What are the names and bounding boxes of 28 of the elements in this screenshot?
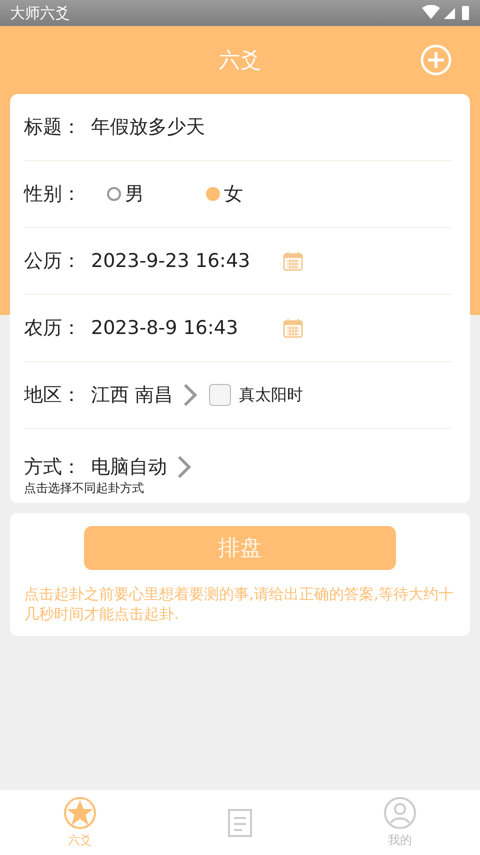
field-label: 地区： — [24, 383, 82, 408]
field-label: 标题： — [24, 115, 82, 140]
hint-text: 点击选择不同起卦方式 — [24, 480, 144, 497]
calendar-icon[interactable] — [283, 251, 303, 271]
checkbox-label: 真太阳时 — [239, 384, 304, 406]
radio-button[interactable] — [206, 187, 220, 201]
radio-label: 女 — [224, 182, 243, 207]
field-label: 方式： — [24, 455, 82, 480]
instruction-text: 点击起卦之前要心里想着要测的事,请给出正确的答案,等待大约十几秒时间才能点击起卦. — [24, 584, 455, 624]
app-name: 大师六爻 — [10, 4, 70, 22]
field-label: 农历： — [24, 316, 82, 341]
field-label: 公历： — [24, 249, 82, 274]
checkbox[interactable] — [209, 384, 232, 406]
calendar-icon[interactable] — [283, 318, 303, 338]
chevron-icon — [177, 455, 191, 479]
add-icon[interactable] — [420, 44, 452, 76]
date-value[interactable]: 2023-8-9 16:43 — [91, 317, 269, 339]
field-label: 性别： — [24, 182, 82, 207]
radio-button[interactable] — [107, 187, 121, 201]
method-value[interactable]: 电脑自动 — [91, 454, 167, 480]
radio-label: 男 — [125, 182, 144, 207]
region-value[interactable]: 江西 南昌 — [91, 382, 174, 408]
page-title: 六爻 — [219, 47, 261, 74]
chevron-icon — [183, 383, 198, 407]
title-value[interactable]: 年假放多少天 — [91, 114, 205, 140]
date-value[interactable]: 2023-9-23 16:43 — [91, 250, 269, 272]
person-icon — [383, 796, 417, 830]
status-icons — [422, 5, 470, 21]
